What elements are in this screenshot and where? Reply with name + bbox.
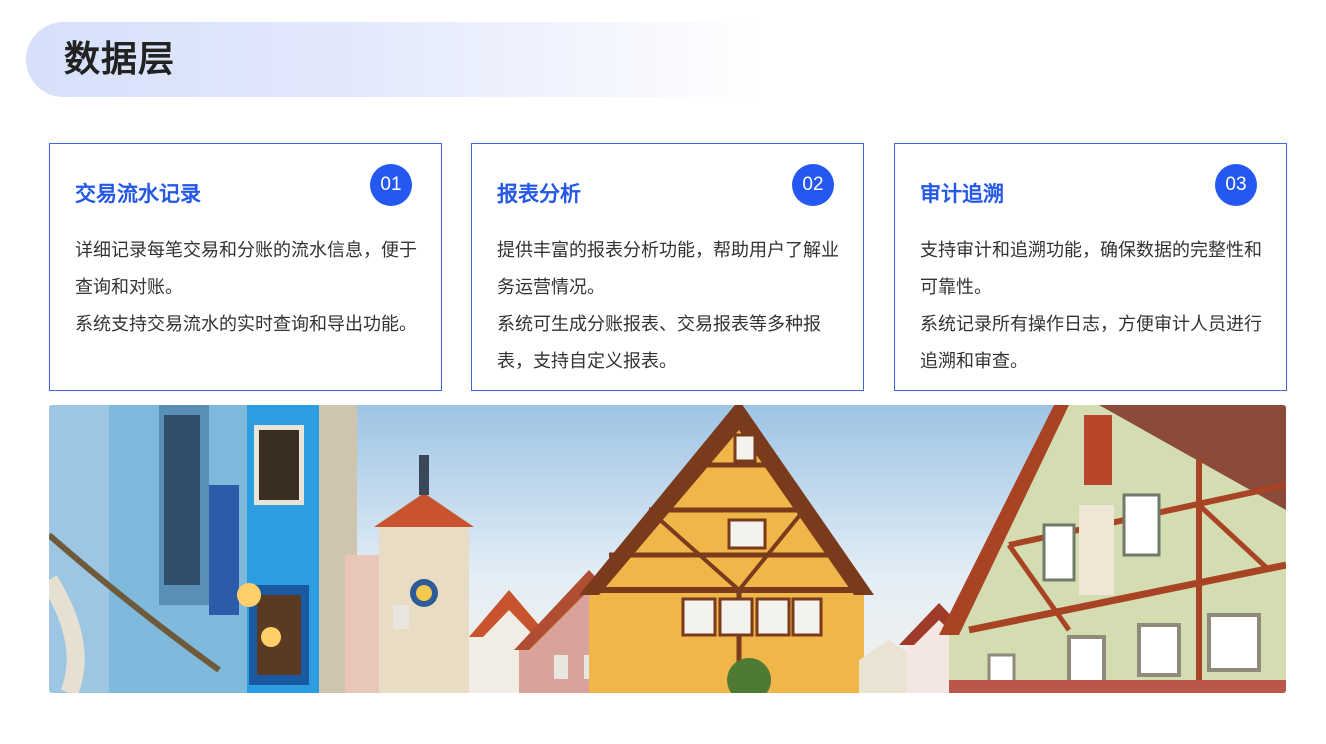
card-number-badge: 03 [1215,164,1257,206]
card-title: 交易流水记录 [75,182,201,206]
card-report-analysis: 报表分析 02 提供丰富的报表分析功能，帮助用户了解业务运营情况。 系统可生成分… [471,143,864,391]
card-paragraph: 系统记录所有操作日志，方便审计人员进行追溯和审查。 [920,314,1262,372]
card-title: 审计追溯 [920,182,1004,206]
card-number-badge: 01 [370,164,412,206]
card-transaction-records: 交易流水记录 01 详细记录每笔交易和分账的流水信息，便于查询和对账。 系统支持… [49,143,442,391]
card-description: 支持审计和追溯功能，确保数据的完整性和可靠性。 系统记录所有操作日志，方便审计人… [920,232,1270,380]
card-description: 详细记录每笔交易和分账的流水信息，便于查询和对账。 系统支持交易流水的实时查询和… [75,232,425,343]
card-description: 提供丰富的报表分析功能，帮助用户了解业务运营情况。 系统可生成分账报表、交易报表… [497,232,847,380]
card-paragraph: 提供丰富的报表分析功能，帮助用户了解业务运营情况。 [497,240,839,298]
card-number-badge: 02 [792,164,834,206]
card-paragraph: 系统可生成分账报表、交易报表等多种报表，支持自定义报表。 [497,314,821,372]
card-audit-trace: 审计追溯 03 支持审计和追溯功能，确保数据的完整性和可靠性。 系统记录所有操作… [894,143,1287,391]
street-photo [49,405,1286,693]
card-paragraph: 支持审计和追溯功能，确保数据的完整性和可靠性。 [920,240,1262,298]
header-banner: 数据层 [26,22,766,97]
page-title: 数据层 [64,39,176,80]
card-title: 报表分析 [497,182,581,206]
card-paragraph: 系统支持交易流水的实时查询和导出功能。 [75,314,417,335]
half-timbered-houses-illustration [49,405,1286,693]
card-paragraph: 详细记录每笔交易和分账的流水信息，便于查询和对账。 [75,240,417,298]
